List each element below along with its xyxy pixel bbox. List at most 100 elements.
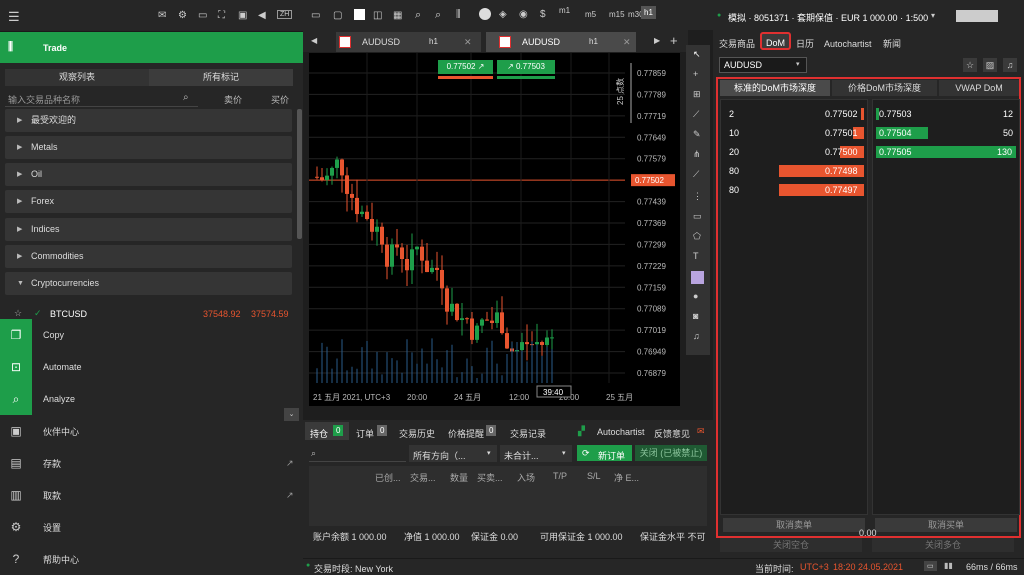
buy-price-button[interactable]: ↗ 0.77503: [497, 60, 555, 74]
nav-deposit[interactable]: ▤ 存款 ↗: [0, 447, 303, 479]
category-popular[interactable]: ▶ 最受欢迎的: [5, 109, 292, 132]
col-header[interactable]: 已创...: [375, 471, 401, 484]
language-badge[interactable]: ZH: [277, 10, 293, 19]
tab-positions[interactable]: 持仓 0: [305, 422, 349, 440]
tab-alerts[interactable]: 价格提醒 0: [446, 422, 500, 440]
tab-price-dom[interactable]: 价格DoM市场深度: [832, 80, 937, 96]
trade-nav[interactable]: ⫼ Trade: [0, 32, 303, 63]
category-indices[interactable]: ▶ Indices: [5, 218, 292, 241]
search-input[interactable]: 输入交易品种名称: [8, 93, 80, 106]
facebook-icon[interactable]: [479, 8, 491, 20]
cursor-icon[interactable]: ↖: [693, 49, 701, 60]
category-commodities[interactable]: ▶ Commodities: [5, 245, 292, 268]
avatar[interactable]: [956, 10, 998, 22]
tab-watchlist[interactable]: 观察列表: [5, 69, 149, 86]
position-search[interactable]: ⌕: [309, 445, 406, 462]
cpu-icon[interactable]: ▭: [924, 561, 937, 571]
tab-news[interactable]: 新闻: [879, 35, 905, 53]
dollar-icon[interactable]: $: [540, 9, 546, 20]
sell-price-button[interactable]: 0.77502 ↗: [438, 60, 493, 74]
tab-standard-dom[interactable]: 标准的DoM市场深度: [720, 80, 830, 96]
period-m15[interactable]: m15: [609, 10, 625, 19]
col-header[interactable]: 净 E...: [614, 471, 639, 484]
nav-automate[interactable]: ⊡ Automate: [0, 351, 303, 383]
gift-icon[interactable]: ▭: [198, 10, 207, 21]
dot-icon[interactable]: ●: [693, 291, 698, 301]
tab-orders[interactable]: 订单 0: [353, 422, 393, 440]
symbol-search[interactable]: 输入交易品种名称 ⌕: [5, 89, 198, 107]
fib-icon[interactable]: ⋮: [693, 191, 702, 202]
ask-row[interactable]: 0.77505 130: [873, 144, 1019, 160]
bid-row[interactable]: 80 0.77497: [721, 182, 867, 198]
col-header[interactable]: S/L: [587, 471, 601, 481]
direction-select[interactable]: 所有方向（... ▾: [409, 445, 497, 462]
category-crypto[interactable]: ▼ Cryptocurrencies: [5, 272, 292, 295]
cancel-sell-button[interactable]: 取消卖单: [723, 518, 865, 532]
col-header[interactable]: 交易...: [410, 471, 436, 484]
nav-help[interactable]: ? 帮助中心: [0, 543, 303, 575]
account-info[interactable]: 模拟 · 8051371 · 套期保值 · EUR 1 000.00 · 1:5…: [728, 11, 928, 24]
tab-dom[interactable]: DoM: [760, 32, 792, 50]
col-header[interactable]: 入场: [517, 471, 535, 484]
price-chart[interactable]: 0.77859 0.77789 0.77719 0.77649 0.77579 0.775…: [309, 53, 680, 406]
close-icon[interactable]: ✕: [623, 32, 631, 52]
category-forex[interactable]: ▶ Forex: [5, 190, 292, 213]
star-icon[interactable]: ☆: [14, 308, 22, 319]
image-icon[interactable]: ▨: [983, 58, 997, 72]
bell-icon[interactable]: ♫: [693, 331, 700, 341]
col-header[interactable]: 买卖...: [477, 471, 503, 484]
category-oil[interactable]: ▶ Oil: [5, 163, 292, 186]
tab-scroll-left-icon[interactable]: ◀: [311, 36, 317, 45]
tab-log[interactable]: 交易记录: [510, 427, 546, 440]
split-icon[interactable]: ◫: [373, 10, 382, 21]
close-short-button[interactable]: 关闭空仓: [720, 538, 862, 552]
zoom-in-icon[interactable]: ⌕: [415, 9, 421, 22]
single-layout-icon[interactable]: [354, 9, 365, 20]
tab-scroll-right-icon[interactable]: ▶: [654, 36, 660, 45]
shapes-icon[interactable]: ⬠: [693, 231, 701, 242]
tab-history[interactable]: 交易历史: [399, 427, 435, 440]
camera-icon[interactable]: ◙: [693, 311, 698, 321]
col-header[interactable]: T/P: [553, 471, 567, 481]
monitor-icon[interactable]: ▭: [311, 10, 320, 21]
add-tab-icon[interactable]: +: [670, 33, 678, 48]
ask-row[interactable]: 0.77504 50: [873, 125, 1019, 141]
chart-tab-2[interactable]: AUDUSD h1 ✕: [486, 32, 636, 52]
measure-icon[interactable]: ▭: [693, 211, 702, 222]
timezone-select[interactable]: UTC+3: [800, 562, 829, 572]
account-chevron-icon[interactable]: ▾: [931, 11, 935, 20]
ask-row[interactable]: 0.77503 12: [873, 106, 1019, 122]
text-icon[interactable]: T: [693, 251, 699, 261]
category-metals[interactable]: ▶ Metals: [5, 136, 292, 159]
nav-partner[interactable]: ▣ 伙伴中心: [0, 415, 303, 447]
pitchfork-icon[interactable]: ⋔: [693, 149, 701, 160]
scrollbar[interactable]: [297, 109, 302, 239]
brush-icon[interactable]: ⟋: [693, 169, 699, 180]
close-icon[interactable]: ✕: [464, 32, 472, 52]
tab-instruments[interactable]: 交易商品: [715, 35, 759, 53]
bid-row[interactable]: 80 0.77498: [721, 163, 867, 179]
nav-withdraw[interactable]: ▥ 取款 ↗: [0, 479, 303, 511]
period-h1[interactable]: h1: [641, 6, 656, 19]
grid-icon[interactable]: ▦: [393, 10, 402, 21]
tab-all-symbols[interactable]: 所有标记: [149, 69, 293, 86]
nav-copy[interactable]: ❐ Copy: [0, 319, 303, 351]
mail-icon[interactable]: ✉: [158, 10, 166, 21]
pencil-icon[interactable]: ✎: [693, 129, 701, 140]
close-long-button[interactable]: 关闭多仓: [872, 538, 1014, 552]
new-order-button[interactable]: ⟳ 新订单: [577, 445, 632, 461]
pnl-select[interactable]: 未合计... ▾: [500, 445, 572, 462]
screenshot-icon[interactable]: ▣: [238, 10, 247, 21]
nav-settings[interactable]: ⚙ 设置: [0, 511, 303, 543]
bid-row[interactable]: 10 0.77501: [721, 125, 867, 141]
bell-icon[interactable]: ♫: [1003, 58, 1017, 72]
autochartist-link[interactable]: Autochartist: [597, 427, 645, 437]
layout-icon[interactable]: ▢: [333, 10, 342, 21]
zoom-out-icon[interactable]: ⌕: [435, 9, 441, 22]
feedback-link[interactable]: 反馈意见: [654, 427, 690, 440]
color-swatch[interactable]: [691, 271, 704, 284]
cancel-buy-button[interactable]: 取消买单: [875, 518, 1017, 532]
chart-tab-1[interactable]: AUDUSD h1 ✕: [336, 32, 481, 52]
tab-vwap-dom[interactable]: VWAP DoM: [939, 80, 1019, 96]
hamburger-menu-icon[interactable]: ☰: [8, 9, 20, 25]
